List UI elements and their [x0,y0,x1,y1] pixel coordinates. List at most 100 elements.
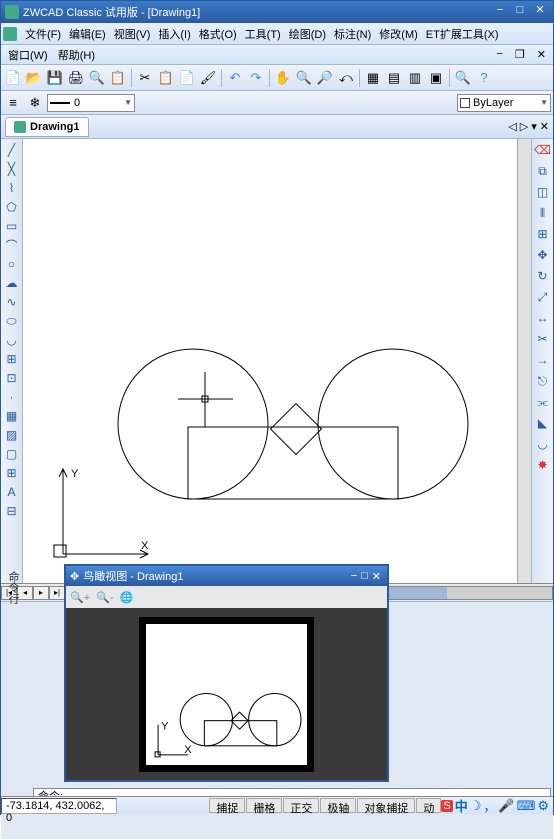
menu-window[interactable]: 窗口(W) [3,45,53,65]
arc-tool[interactable]: ⌒ [3,236,21,254]
text-tool[interactable]: ⊟ [3,502,21,520]
design-center-button[interactable]: ▤ [384,68,404,88]
offset-tool[interactable]: ⫴ [534,204,552,222]
menu-insert[interactable]: 插入(I) [154,24,194,44]
minimize-button[interactable]: − [491,5,509,19]
color-combo[interactable]: ByLayer ▼ [457,94,551,112]
mdi-close-button[interactable]: ✕ [532,46,551,63]
save-button[interactable]: 💾 [45,68,65,88]
menu-view[interactable]: 视图(V) [110,24,155,44]
aerial-minimize-button[interactable]: − [351,570,357,582]
menu-edit[interactable]: 编辑(E) [65,24,110,44]
snap-toggle[interactable]: 捕捉 [209,798,245,813]
tray-mic-icon[interactable]: 🎤 [498,798,514,814]
menu-help[interactable]: 帮助(H) [53,45,100,65]
rectangle-tool[interactable]: ▭ [3,217,21,235]
aerial-zoomin-button[interactable]: 🔍+ [70,591,90,604]
tray-moon-icon[interactable]: ☽ [470,798,482,814]
document-tab[interactable]: Drawing1 [5,117,89,137]
make-block-tool[interactable]: ⊡ [3,369,21,387]
tab-close-button[interactable]: ✕ [540,120,549,133]
aerial-canvas[interactable]: Y X [66,608,387,780]
fillet-tool[interactable]: ◡ [534,435,552,453]
circle-tool[interactable]: ○ [3,255,21,273]
array-tool[interactable]: ⊞ [534,225,552,243]
insert-block-tool[interactable]: ⊞ [3,350,21,368]
stretch-tool[interactable]: ↔ [534,309,552,327]
extend-tool[interactable]: → [534,351,552,369]
table-tool[interactable]: ⊞ [3,464,21,482]
grid-toggle[interactable]: 栅格 [246,798,282,813]
point-tool[interactable]: · [3,388,21,406]
copy-tool[interactable]: ⧉ [534,162,552,180]
menu-tools[interactable]: 工具(T) [241,24,285,44]
aerial-close-button[interactable]: ✕ [372,570,381,583]
move-tool[interactable]: ✥ [534,246,552,264]
pline-tool[interactable]: ⌇ [3,179,21,197]
tab-left-button[interactable]: ◁ [508,120,516,133]
publish-button[interactable]: 📋 [108,68,128,88]
tab-last-button[interactable]: ▸| [49,586,65,600]
coordinates-display[interactable]: -73.1814, 432.0062, 0 [1,798,117,814]
redo-button[interactable]: ↷ [246,68,266,88]
tray-keyboard-icon[interactable]: ⌨ [517,798,536,814]
menu-file[interactable]: 文件(F) [21,24,65,44]
layer-freeze-button[interactable]: ❄ [25,93,45,113]
zoom-button[interactable]: 🔍 [294,68,314,88]
new-button[interactable]: 📄 [3,68,23,88]
tray-gear-icon[interactable]: ⚙ [537,798,549,814]
lineweight-combo[interactable]: 0 ▼ [47,94,135,112]
zoom-ext-button[interactable]: 🔍 [453,68,473,88]
cut-button[interactable]: ✂ [135,68,155,88]
ortho-toggle[interactable]: 正交 [283,798,319,813]
paste-button[interactable]: 📄 [177,68,197,88]
print-button[interactable]: 🖨 [66,68,86,88]
close-button[interactable]: ✕ [531,5,549,19]
mdi-restore-button[interactable]: ❐ [510,46,530,63]
pan-button[interactable]: ✋ [273,68,293,88]
menu-et[interactable]: ET扩展工具(X) [422,24,503,44]
zoom-prev-button[interactable]: ⤺ [336,68,356,88]
dyn-toggle[interactable]: 动 [416,798,441,813]
mtext-tool[interactable]: A [3,483,21,501]
ellipse-arc-tool[interactable]: ◡ [3,331,21,349]
aerial-maximize-button[interactable]: □ [361,570,368,582]
break-tool[interactable]: ⎋ [534,372,552,390]
scale-tool[interactable]: ⤢ [534,288,552,306]
menu-format[interactable]: 格式(O) [195,24,241,44]
mdi-minimize-button[interactable]: − [491,46,507,63]
gradient-tool[interactable]: ▨ [3,426,21,444]
ime-icon[interactable]: S [441,800,452,812]
region-tool[interactable]: ▢ [3,445,21,463]
trim-tool[interactable]: ✂ [534,330,552,348]
aerial-global-button[interactable]: 🌐 [119,591,133,604]
zoom-window-button[interactable]: 🔎 [315,68,335,88]
menu-dim[interactable]: 标注(N) [330,24,375,44]
line-tool[interactable]: ╱ [3,141,21,159]
erase-tool[interactable]: ⌫ [534,141,552,159]
xline-tool[interactable]: ╳ [3,160,21,178]
chamfer-tool[interactable]: ◣ [534,414,552,432]
polar-toggle[interactable]: 极轴 [320,798,356,813]
polygon-tool[interactable]: ⬠ [3,198,21,216]
tab-right-button[interactable]: ▷ [520,120,528,133]
tab-menu-button[interactable]: ▾ [531,120,537,133]
help-button[interactable]: ? [474,68,494,88]
properties-button[interactable]: ▦ [363,68,383,88]
menu-modify[interactable]: 修改(M) [375,24,422,44]
copy-button[interactable]: 📋 [156,68,176,88]
revcloud-tool[interactable]: ☁ [3,274,21,292]
aerial-title-bar[interactable]: ✥ 鸟瞰视图 - Drawing1 − □ ✕ [66,566,387,586]
match-button[interactable]: 🖌 [198,68,218,88]
rotate-tool[interactable]: ↻ [534,267,552,285]
ime-mode[interactable]: 中 [455,796,468,815]
tray-dot-icon[interactable]: ， [483,796,496,815]
drawing-canvas[interactable]: Y X [23,139,517,583]
explode-tool[interactable]: ✸ [534,456,552,474]
undo-button[interactable]: ↶ [225,68,245,88]
ellipse-tool[interactable]: ⬭ [3,312,21,330]
open-button[interactable]: 📂 [24,68,44,88]
layer-manager-button[interactable]: ≡ [3,93,23,113]
hatch-tool[interactable]: ▦ [3,407,21,425]
osnap-toggle[interactable]: 对象捕捉 [357,798,415,813]
